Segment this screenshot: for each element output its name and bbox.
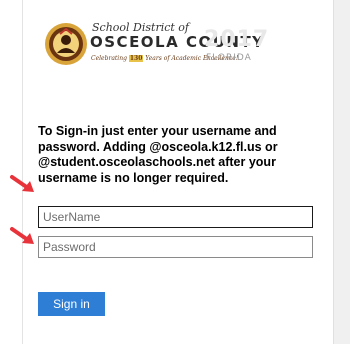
username-input[interactable] [38,206,313,228]
arrow-icon [10,227,34,244]
arrow-icon [10,175,34,192]
logo-state: FLORIDA [206,53,252,63]
signin-instructions: To Sign-in just enter your username and … [38,124,278,185]
district-seal-icon [45,23,87,65]
district-logo: School District of OSCEOLA COUNTY Celebr… [44,20,268,70]
left-panel [0,0,23,344]
scrollbar[interactable] [333,0,350,344]
logo-year: 2017 [204,27,270,52]
sign-in-button[interactable]: Sign in [38,292,105,316]
password-input[interactable] [38,236,313,258]
